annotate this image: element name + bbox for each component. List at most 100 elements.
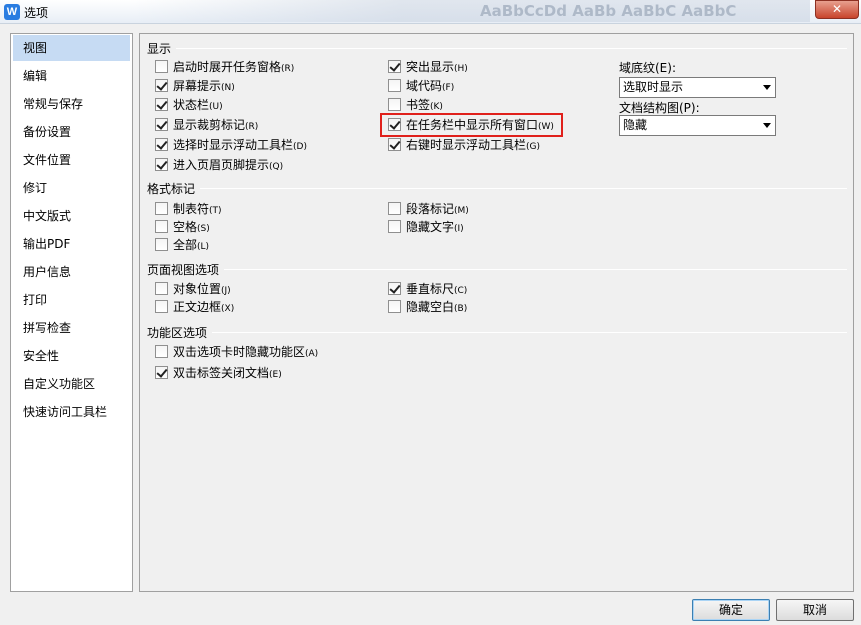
checkbox-box[interactable] <box>155 158 168 171</box>
checkbox-box[interactable] <box>388 300 401 313</box>
checkbox-box[interactable] <box>155 345 168 358</box>
nav-item-revision[interactable]: 修订 <box>11 174 132 202</box>
option-hotkey: (U) <box>209 102 223 112</box>
field-shading-label: 域底纹(E): <box>619 61 676 75</box>
option-label: 书签 <box>406 98 431 112</box>
field-shading-value: 选取时显示 <box>623 80 684 94</box>
option-label: 选择时显示浮动工具栏 <box>173 138 294 152</box>
checkbox-box[interactable] <box>388 60 401 73</box>
checkbox-crop-marks[interactable]: 显示裁剪标记(R) <box>155 116 258 134</box>
doc-map-select[interactable]: 隐藏 <box>619 115 776 136</box>
checkbox-object-anchors[interactable]: 对象位置(J) <box>155 280 231 298</box>
checkbox-box[interactable] <box>155 300 168 313</box>
section-divider <box>176 48 847 49</box>
ok-button[interactable]: 确定 <box>692 599 770 621</box>
checkbox-bookmarks[interactable]: 书签(K) <box>388 96 443 114</box>
checkbox-box[interactable] <box>155 118 168 131</box>
nav-item-custom-ribbon[interactable]: 自定义功能区 <box>11 370 132 398</box>
nav-item-spell-check[interactable]: 拼写检查 <box>11 314 132 342</box>
nav-item-view[interactable]: 视图 <box>13 35 130 61</box>
checkbox-field-codes[interactable]: 域代码(F) <box>388 77 454 95</box>
nav-item-export-pdf[interactable]: 输出PDF <box>11 230 132 258</box>
option-hotkey: (C) <box>454 286 468 296</box>
checkbox-screen-tips[interactable]: 屏幕提示(N) <box>155 77 235 95</box>
nav-item-file-location[interactable]: 文件位置 <box>11 146 132 174</box>
option-label: 隐藏空白 <box>406 300 455 314</box>
option-label: 制表符 <box>173 202 210 216</box>
checkbox-box[interactable] <box>388 202 401 215</box>
nav-item-edit[interactable]: 编辑 <box>11 62 132 90</box>
option-hotkey: (L) <box>197 242 210 252</box>
checkbox-box[interactable] <box>155 238 168 251</box>
checkbox-text-boundaries[interactable]: 正文边框(X) <box>155 298 234 316</box>
checkbox-tab-chars[interactable]: 制表符(T) <box>155 200 222 218</box>
option-label: 进入页眉页脚提示 <box>173 158 270 172</box>
nav-item-print[interactable]: 打印 <box>11 286 132 314</box>
checkbox-box[interactable] <box>155 60 168 73</box>
nav-item-quick-access[interactable]: 快速访问工具栏 <box>11 398 132 426</box>
option-label: 域代码 <box>406 79 443 93</box>
checkbox-box[interactable] <box>388 138 401 151</box>
option-label: 启动时展开任务窗格 <box>173 60 282 74</box>
option-hotkey: (R) <box>245 122 259 132</box>
title-bar: W 选项 AaBbCcDd AaBb AaBbC AaBbC ✕ <box>0 0 861 24</box>
option-label: 正文边框 <box>173 300 222 314</box>
checkbox-spaces[interactable]: 空格(S) <box>155 218 210 236</box>
ribbon-background: AaBbCcDd AaBb AaBbC AaBbC <box>130 0 810 22</box>
checkbox-box[interactable] <box>155 79 168 92</box>
field-shading-select[interactable]: 选取时显示 <box>619 77 776 98</box>
wps-writer-icon: W <box>4 4 20 20</box>
option-label: 右键时显示浮动工具栏 <box>406 138 527 152</box>
checkbox-box[interactable] <box>155 220 168 233</box>
cancel-button[interactable]: 取消 <box>776 599 854 621</box>
option-label: 垂直标尺 <box>406 282 455 296</box>
nav-item-security[interactable]: 安全性 <box>11 342 132 370</box>
checkbox-box[interactable] <box>388 220 401 233</box>
checkbox-dblclick-hide-ribbon[interactable]: 双击选项卡时隐藏功能区(A) <box>155 343 318 361</box>
chevron-down-icon <box>763 85 771 90</box>
nav-item-chinese-layout[interactable]: 中文版式 <box>11 202 132 230</box>
checkbox-expand-task-pane[interactable]: 启动时展开任务窗格(R) <box>155 58 294 76</box>
checkbox-box[interactable] <box>155 366 168 379</box>
checkbox-dblclick-close-doc[interactable]: 双击标签关闭文档(E) <box>155 364 282 382</box>
checkbox-floating-toolbar-rightclick[interactable]: 右键时显示浮动工具栏(G) <box>388 136 540 154</box>
option-hotkey: (R) <box>281 64 295 74</box>
annotation-highlight-box <box>380 113 563 137</box>
checkbox-paragraph-marks[interactable]: 段落标记(M) <box>388 200 469 218</box>
checkbox-vertical-ruler[interactable]: 垂直标尺(C) <box>388 280 467 298</box>
checkbox-floating-toolbar-select[interactable]: 选择时显示浮动工具栏(D) <box>155 136 307 154</box>
option-hotkey: (K) <box>430 102 443 112</box>
checkbox-box[interactable] <box>388 79 401 92</box>
section-divider <box>212 332 847 333</box>
checkbox-box[interactable] <box>388 98 401 111</box>
checkbox-hidden-text[interactable]: 隐藏文字(I) <box>388 218 464 236</box>
nav-item-user-info[interactable]: 用户信息 <box>11 258 132 286</box>
close-button[interactable]: ✕ <box>815 0 859 19</box>
checkbox-highlight[interactable]: 突出显示(H) <box>388 58 468 76</box>
checkbox-box[interactable] <box>155 98 168 111</box>
checkbox-box[interactable] <box>388 282 401 295</box>
option-hotkey: (J) <box>221 286 231 296</box>
option-hotkey: (S) <box>197 224 210 234</box>
option-hotkey: (M) <box>454 206 469 216</box>
section-ribbon-heading: 功能区选项 <box>147 326 208 340</box>
checkbox-box[interactable] <box>155 202 168 215</box>
nav-item-general-save[interactable]: 常规与保存 <box>11 90 132 118</box>
checkbox-header-footer-hint[interactable]: 进入页眉页脚提示(Q) <box>155 156 283 174</box>
section-divider <box>224 269 847 270</box>
checkbox-status-bar[interactable]: 状态栏(U) <box>155 96 223 114</box>
option-hotkey: (H) <box>454 64 468 74</box>
option-hotkey: (Q) <box>269 162 284 172</box>
checkbox-hide-whitespace[interactable]: 隐藏空白(B) <box>388 298 467 316</box>
option-label: 突出显示 <box>406 60 455 74</box>
option-label: 对象位置 <box>173 282 222 296</box>
chevron-down-icon <box>763 123 771 128</box>
section-display-heading: 显示 <box>147 42 172 56</box>
nav-item-backup[interactable]: 备份设置 <box>11 118 132 146</box>
option-hotkey: (D) <box>293 142 307 152</box>
option-label: 状态栏 <box>173 98 210 112</box>
checkbox-all-marks[interactable]: 全部(L) <box>155 236 209 254</box>
checkbox-box[interactable] <box>155 138 168 151</box>
option-hotkey: (A) <box>305 349 319 359</box>
checkbox-box[interactable] <box>155 282 168 295</box>
